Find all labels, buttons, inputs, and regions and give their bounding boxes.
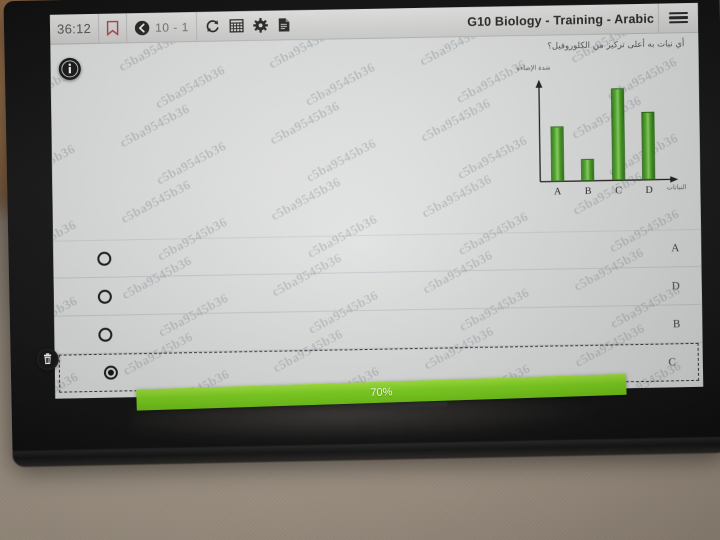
watermark-text: c5ba9545b36 [303, 135, 379, 185]
tablet-device: 36:12 10 - 1 G10 Biology - Training - Ar… [3, 0, 720, 468]
hamburger-menu-icon[interactable] [657, 2, 699, 33]
progress-percent-label: 70% [370, 385, 393, 399]
info-icon[interactable] [58, 57, 82, 81]
bookmark-button[interactable] [98, 13, 128, 43]
exam-timer: 36:12 [57, 20, 92, 37]
hamburger-bar [669, 20, 689, 24]
timer-cell: 36:12 [49, 13, 100, 44]
radio-button[interactable] [103, 365, 119, 380]
answer-option-label: C [668, 356, 676, 369]
chart-category-label: D [645, 184, 653, 196]
trash-icon[interactable] [36, 348, 59, 371]
refresh-icon[interactable] [205, 19, 220, 34]
chart-bar-column [545, 81, 568, 182]
watermark-text: c5ba9545b36 [117, 176, 193, 227]
answer-option-label: A [671, 242, 680, 255]
question-number-label: 10 - 1 [155, 19, 189, 35]
chart-category-label: A [553, 186, 562, 198]
chart-bars [541, 80, 664, 182]
radio-button[interactable] [97, 289, 112, 304]
chart-bar-column [576, 81, 599, 182]
watermark-text: c5ba9545b36 [418, 95, 493, 145]
answer-option-label: B [672, 317, 681, 330]
chart-bar-column [606, 80, 629, 181]
chart-bar [581, 158, 595, 182]
calculator-icon[interactable] [229, 18, 244, 33]
toolbar-tools-group [197, 10, 299, 41]
gear-icon[interactable] [252, 18, 268, 33]
watermark-text: c5ba9545b36 [267, 97, 343, 148]
page-title: G10 Biology - Training - Arabic [467, 11, 655, 29]
answer-options-list: A D B C [53, 228, 703, 393]
question-page: c5ba9545b36 c5ba9545b36 c5ba9545b36 c5ba954… [50, 32, 704, 399]
document-icon[interactable] [277, 17, 291, 32]
app-title-wrap: G10 Biology - Training - Arabic [467, 4, 654, 36]
radio-button[interactable] [98, 327, 113, 342]
watermark-text: c5ba9545b36 [419, 171, 494, 221]
watermark-text: c5ba9545b36 [416, 32, 492, 69]
bookmark-icon [106, 20, 119, 36]
watermark-text: c5ba9545b36 [116, 100, 192, 151]
chart-bar [641, 111, 656, 180]
chart-bar-column [637, 80, 660, 180]
hamburger-bar [668, 11, 688, 15]
chart-bar [550, 126, 565, 182]
watermark-text: c5ba9545b36 [268, 173, 344, 224]
back-arrow-icon [134, 19, 150, 35]
question-text: أي نبات به أعلى تركيز من الكلوروفيل؟ [547, 39, 685, 52]
app-screen: 36:12 10 - 1 G10 Biology - Training - Ar… [49, 2, 704, 399]
answer-option-label: D [671, 279, 680, 292]
watermark-text: c5ba9545b36 [302, 59, 378, 109]
bar-chart: شدة الإضاءة النباتات ABCD [499, 61, 687, 212]
previous-question-button[interactable]: 10 - 1 [126, 12, 198, 43]
watermark-text: c5ba9545b36 [152, 62, 228, 112]
chart-bar [610, 88, 626, 181]
watermark-text: c5ba9545b36 [153, 138, 229, 188]
watermark-text: c5ba9545b36 [50, 140, 78, 191]
hamburger-bar [668, 16, 689, 20]
chart-tick-labels: A B C D [542, 185, 664, 198]
photo-scene: 36:12 10 - 1 G10 Biology - Training - Ar… [0, 0, 720, 540]
chart-category-label: C [615, 185, 623, 197]
radio-button[interactable] [97, 251, 112, 266]
chart-category-label: B [584, 185, 592, 197]
